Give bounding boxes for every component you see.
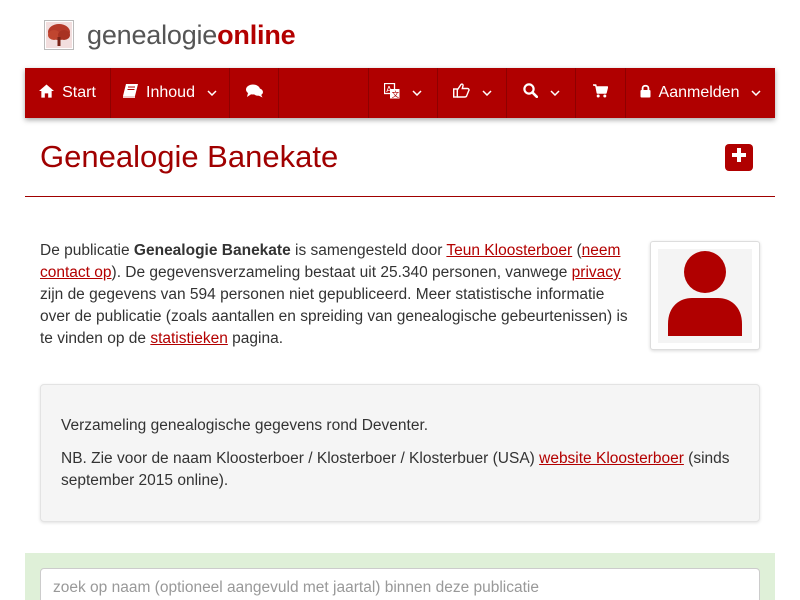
intro-text: is samengesteld door — [290, 242, 447, 259]
publication-intro: De publicatie Genealogie Banekate is sam… — [40, 240, 630, 350]
intro-text: De publicatie — [40, 242, 134, 259]
brand-name-part1: genealogie — [87, 19, 218, 50]
chevron-down-icon — [751, 90, 761, 96]
intro-text: pagina. — [227, 330, 284, 347]
nav-login-label: Aanmelden — [658, 84, 740, 101]
description-line: NB. Zie voor de naam Kloosterboer / Klos… — [61, 448, 739, 492]
nav-forum[interactable] — [230, 68, 279, 118]
thumbs-up-icon — [452, 83, 470, 103]
home-icon — [39, 83, 55, 103]
description-line: Verzameling genealogische gegevens rond … — [61, 417, 429, 434]
brand-logo-link[interactable]: genealogieonline — [44, 18, 296, 52]
brand-name-part2: online — [217, 19, 296, 50]
publication-description: Verzameling genealogische gegevens rond … — [40, 384, 760, 522]
chevron-down-icon — [481, 90, 492, 96]
lock-icon — [640, 84, 651, 103]
nav-login[interactable]: Aanmelden — [626, 68, 775, 118]
chevron-down-icon — [412, 90, 422, 96]
cart-icon — [593, 83, 609, 103]
nav-cart[interactable] — [576, 68, 626, 118]
nav-search[interactable] — [507, 68, 576, 118]
nav-start-label: Start — [62, 84, 96, 101]
nav-start[interactable]: Start — [25, 68, 111, 118]
description-text: NB. Zie voor de naam Kloosterboer / Klos… — [61, 450, 540, 467]
avatar-frame — [658, 248, 752, 343]
nav-inhoud-label: Inhoud — [146, 84, 195, 101]
chevron-down-icon — [549, 90, 560, 96]
tree-logo-icon — [44, 20, 74, 50]
intro-text: zijn de gegevens van 594 personen niet g… — [40, 286, 628, 347]
website-link[interactable]: website Kloosterboer — [539, 450, 684, 467]
book-icon — [123, 83, 139, 103]
brand-name: genealogieonline — [87, 19, 296, 51]
translate-icon: A文 — [383, 82, 400, 104]
title-divider — [25, 196, 775, 197]
svg-text:文: 文 — [392, 89, 400, 99]
intro-text: ). De gegevensverzameling bestaat uit 25… — [111, 264, 572, 281]
main-navbar: Start Inhoud A文 Aanmelden — [25, 68, 775, 118]
plus-square-icon — [731, 147, 747, 168]
user-icon — [666, 250, 744, 341]
search-icon — [522, 83, 538, 103]
comments-icon — [245, 84, 263, 103]
page-title: Genealogie Banekate — [40, 139, 339, 174]
author-link[interactable]: Teun Kloosterboer — [446, 242, 572, 259]
search-input[interactable] — [40, 568, 760, 600]
add-button[interactable] — [725, 144, 753, 171]
author-avatar[interactable] — [650, 241, 760, 350]
search-panel — [25, 553, 775, 600]
nav-like[interactable] — [438, 68, 507, 118]
nav-language[interactable]: A文 — [368, 68, 438, 118]
chevron-down-icon — [207, 90, 217, 96]
intro-text: ( — [572, 242, 582, 259]
nav-inhoud[interactable]: Inhoud — [111, 68, 230, 118]
statistics-link[interactable]: statistieken — [150, 330, 228, 347]
publication-name: Genealogie Banekate — [133, 242, 291, 259]
privacy-link[interactable]: privacy — [572, 264, 621, 281]
